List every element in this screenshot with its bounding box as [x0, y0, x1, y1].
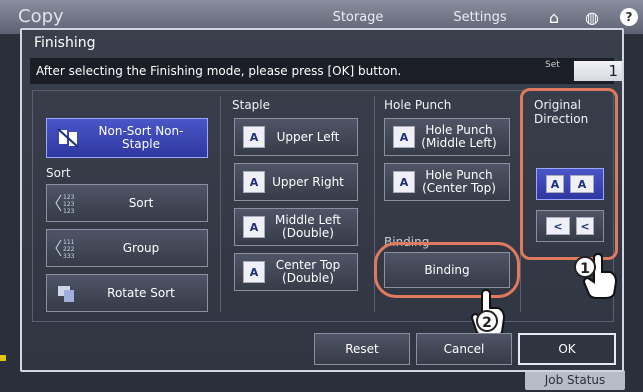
hp-center-top-label: Hole Punch (Center Top): [422, 168, 496, 195]
hole-punch-center-top-icon: A: [393, 171, 415, 193]
tab-storage[interactable]: Storage: [318, 8, 398, 28]
hole-punch-middle-left-button[interactable]: A Hole Punch (Middle Left): [384, 118, 510, 156]
group-button[interactable]: 111 222 333 Group: [46, 229, 208, 267]
ok-button[interactable]: OK: [518, 333, 616, 365]
hole-punch-section-label: Hole Punch: [384, 98, 452, 112]
job-status-button[interactable]: Job Status: [525, 370, 625, 390]
hole-punch-middle-left-icon: A: [393, 126, 415, 148]
upper-left-label: Upper Left: [276, 129, 340, 144]
staple-middle-left-button[interactable]: A Middle Left (Double): [234, 208, 358, 246]
cancel-button[interactable]: Cancel: [416, 333, 512, 365]
staple-center-top-button[interactable]: A Center Top (Double): [234, 253, 358, 291]
sort-section-label: Sort: [46, 166, 71, 180]
sort-button[interactable]: 123 123 123 Sort: [46, 184, 208, 222]
rotate-sort-label: Rotate Sort: [107, 285, 175, 300]
help-icon[interactable]: ?: [620, 8, 638, 26]
non-sort-non-staple-button[interactable]: Non-Sort Non-Staple: [46, 118, 208, 158]
staple-upper-left-button[interactable]: A Upper Left: [234, 118, 358, 156]
staple-middle-left-icon: A: [243, 216, 265, 238]
globe-icon[interactable]: ◍: [582, 8, 602, 28]
finishing-dialog: Finishing After selecting the Finishing …: [20, 28, 624, 372]
step-1-callout: 1: [574, 256, 596, 278]
reset-button[interactable]: Reset: [314, 333, 410, 365]
dialog-title: Finishing: [34, 35, 96, 51]
sort-icon: 123 123 123: [55, 190, 81, 216]
group-label: Group: [122, 240, 160, 255]
svg-text:123: 123: [63, 208, 75, 214]
non-sort-label: Non-Sort Non-Staple: [98, 124, 184, 151]
home-icon[interactable]: ⌂: [544, 8, 564, 28]
tab-settings[interactable]: Settings: [440, 8, 520, 28]
staple-center-top-icon: A: [243, 261, 265, 283]
status-indicator: [0, 355, 6, 361]
svg-text:123: 123: [63, 194, 75, 201]
hp-middle-left-label: Hole Punch (Middle Left): [421, 123, 497, 150]
upper-right-label: Upper Right: [272, 174, 344, 189]
original-direction-highlight: [520, 88, 618, 260]
sort-label: Sort: [128, 195, 154, 210]
hole-punch-center-top-button[interactable]: A Hole Punch (Center Top): [384, 163, 510, 201]
rotate-sort-icon: [55, 280, 81, 306]
instruction-bar: After selecting the Finishing mode, plea…: [30, 58, 614, 84]
non-sort-icon: [55, 125, 81, 151]
column-divider: [220, 96, 221, 312]
app-title: Copy: [18, 6, 64, 27]
staple-upper-right-icon: A: [243, 171, 265, 193]
step-2-callout: 2: [476, 310, 498, 332]
staple-upper-right-button[interactable]: A Upper Right: [234, 163, 358, 201]
set-label: Set: [545, 60, 560, 70]
staple-upper-left-icon: A: [243, 126, 265, 148]
group-icon: 111 222 333: [55, 235, 81, 261]
svg-text:111: 111: [63, 239, 75, 246]
middle-left-label: Middle Left (Double): [274, 213, 342, 240]
center-top-label: Center Top (Double): [275, 258, 341, 285]
svg-text:333: 333: [63, 253, 75, 259]
rotate-sort-button[interactable]: Rotate Sort: [46, 274, 208, 312]
svg-text:222: 222: [63, 246, 75, 253]
svg-text:123: 123: [63, 201, 75, 208]
staple-section-label: Staple: [232, 98, 271, 112]
set-count-field[interactable]: 1: [574, 61, 622, 81]
instruction-text: After selecting the Finishing mode, plea…: [36, 64, 402, 78]
